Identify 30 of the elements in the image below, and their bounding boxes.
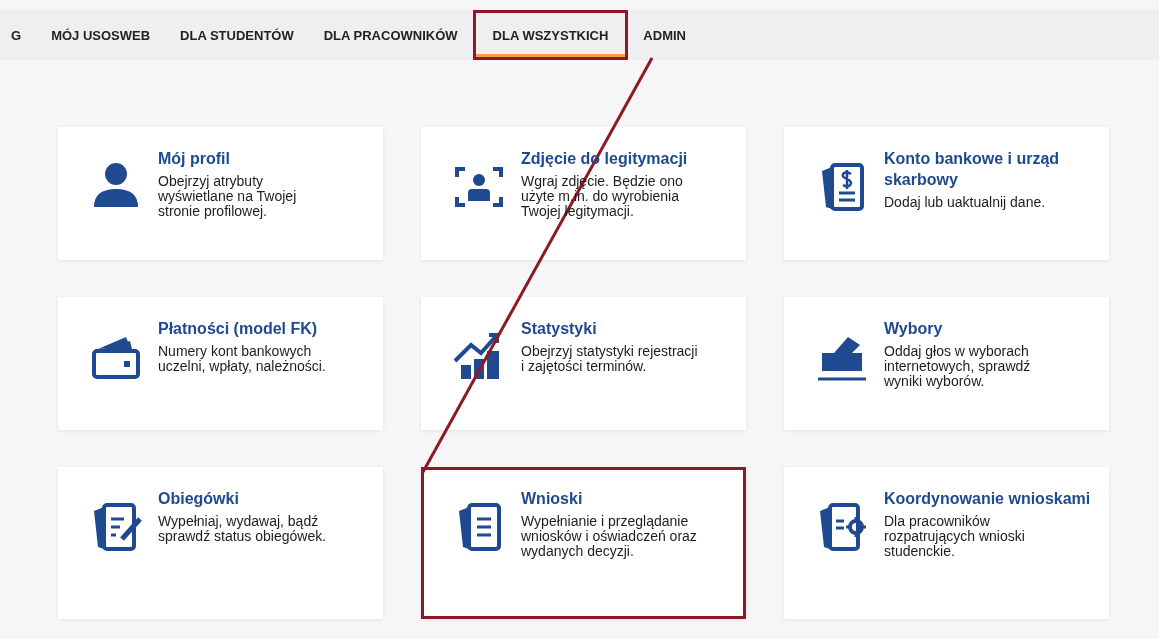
tile-description: Obejrzyj atrybuty wyświetlane na Twojej stronie profilowej. bbox=[158, 173, 298, 220]
menu-tile[interactable]: Statystyki Obejrzyj statystyki rejestracji i zajętości terminów. bbox=[421, 297, 746, 430]
menu-tile[interactable]: Konto bankowe i urząd skarbowy Dodaj lub uaktualnij dane. bbox=[784, 127, 1109, 260]
tile-description: Numery kont bankowych uczelni, wpłaty, należności. bbox=[158, 343, 327, 374]
tile-description: Oddaj głos w wyborach internetowych, sprawdź wyniki wyborów. bbox=[884, 343, 1032, 390]
tile-title: Wybory bbox=[884, 319, 944, 339]
menu-tile[interactable]: Wybory Oddaj głos w wyborach internetowych, sprawdź wyniki wyborów. bbox=[784, 297, 1109, 430]
tile-description: Wypełnianie i przeglądanie wniosków i oświadczeń oraz wydanych decyzji. bbox=[521, 513, 698, 560]
menu-tile[interactable]: Płatności (model FK) Numery kont bankowych uczelni, wpłaty, należności. bbox=[58, 297, 383, 430]
tile-title: Konto bankowe i urząd skarbowy bbox=[884, 149, 1061, 190]
tile-description: Obejrzyj statystyki rejestracji i zajętości terminów. bbox=[521, 343, 699, 374]
tile-title: Mój profil bbox=[158, 149, 231, 169]
tile-title: Płatności (model FK) bbox=[158, 319, 319, 339]
menu-tile[interactable]: Mój profil Obejrzyj atrybuty wyświetlane na Twojej stronie profilowej. bbox=[58, 127, 383, 260]
tile-description: Wypełniaj, wydawaj, bądź sprawdź status obiegówek. bbox=[158, 513, 328, 544]
nav-tab[interactable]: DLA STUDENTÓW bbox=[165, 10, 309, 60]
nav-tab[interactable]: DLA PRACOWNIKÓW bbox=[308, 10, 473, 60]
menu-tile[interactable]: Obiegówki Wypełniaj, wydawaj, bądź sprawdź status obiegówek. bbox=[58, 467, 383, 619]
menu-tile[interactable]: Wnioski Wypełnianie i przeglądanie wniosków i oświadczeń oraz wydanych decyzji. bbox=[421, 467, 746, 619]
tile-description: Dla pracowników rozpatrujących wnioski studenckie. bbox=[884, 513, 1026, 560]
nav-tab[interactable]: ADMIN bbox=[628, 10, 701, 60]
tile-title: Wnioski bbox=[521, 489, 584, 509]
tile-title: Koordynowanie wnioskami bbox=[884, 489, 1091, 509]
nav-tab[interactable]: DLA WSZYSTKICH bbox=[472, 10, 629, 60]
nav-tab[interactable]: G bbox=[0, 10, 37, 60]
tile-description: Dodaj lub uaktualnij dane. bbox=[884, 194, 1047, 210]
tile-title: Statystyki bbox=[521, 319, 598, 339]
nav-tab[interactable]: MÓJ USOSWEB bbox=[36, 10, 166, 60]
menu-tile[interactable]: Koordynowanie wnioskami Dla pracowników rozpatrujących wnioski studenckie. bbox=[784, 467, 1109, 619]
tile-title: Obiegówki bbox=[158, 489, 240, 509]
